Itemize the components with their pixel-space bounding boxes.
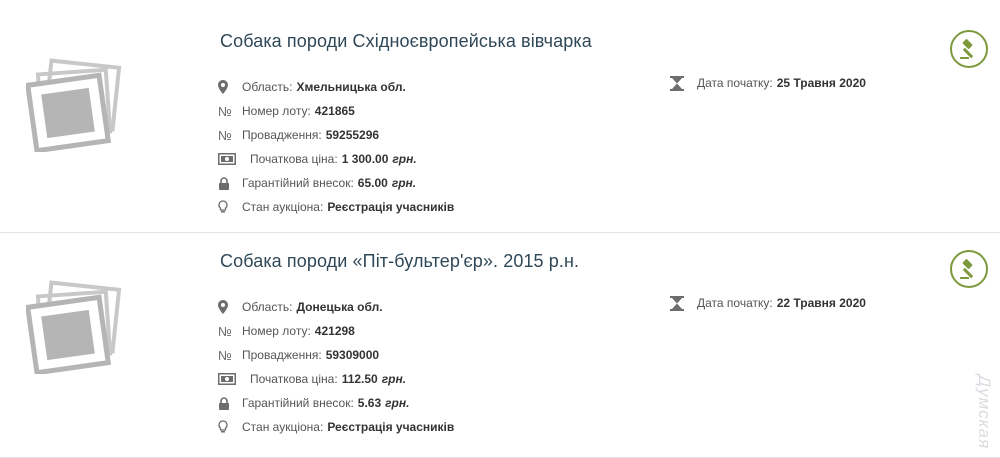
currency-label: грн. (381, 372, 407, 386)
lock-icon (218, 396, 242, 410)
start-price-value: 1 300.00 (341, 152, 389, 166)
currency-label: грн. (391, 176, 417, 190)
photo-placeholder-icon[interactable] (26, 280, 122, 374)
gavel-icon (960, 259, 973, 279)
deposit-row: Гарантійний внесок: 5.63 грн. (218, 391, 454, 415)
bid-gavel-button[interactable] (950, 30, 988, 68)
number-sign-icon: № (218, 323, 232, 339)
number-sign-icon: № (218, 347, 232, 363)
proceeding-value: 59255296 (325, 128, 380, 142)
lightbulb-icon (218, 420, 242, 434)
map-pin-icon (218, 300, 242, 314)
lot-number-value: 421298 (314, 324, 355, 338)
status-row: Стан аукціона: Реєстрація учасників (218, 195, 454, 219)
region-label: Область: (242, 300, 293, 314)
start-date: Дата початку: 22 Травня 2020 (670, 295, 866, 311)
lot-title-link[interactable]: Собака породи «Піт-бультер'єр». 2015 р.н… (220, 251, 579, 272)
gavel-icon (960, 39, 973, 59)
bid-gavel-button[interactable] (950, 250, 988, 288)
currency-label: грн. (392, 152, 417, 166)
lot-number-value: 421865 (314, 104, 355, 118)
region-label: Область: (242, 80, 293, 94)
region-value: Хмельницька обл. (296, 80, 406, 94)
start-date-value: 25 Травня 2020 (776, 76, 866, 90)
status-value: Реєстрація учасників (327, 420, 455, 434)
lot-details: Область: Хмельницька обл. № Номер лоту: … (218, 75, 454, 219)
lot-number-label: Номер лоту: (242, 104, 311, 118)
deposit-value: 5.63 (357, 396, 382, 410)
start-date: Дата початку: 25 Травня 2020 (670, 75, 866, 91)
banknote-icon (218, 153, 250, 165)
lock-icon (218, 176, 242, 190)
photo-placeholder-icon[interactable] (26, 58, 122, 152)
map-pin-icon (218, 80, 242, 94)
lightbulb-icon (218, 200, 242, 214)
lot-card: Собака породи «Піт-бультер'єр». 2015 р.н… (0, 220, 1000, 458)
start-date-label: Дата початку: (697, 76, 773, 90)
status-label: Стан аукціона: (242, 420, 324, 434)
banknote-icon (218, 373, 250, 385)
number-sign-icon: № (218, 127, 232, 143)
deposit-row: Гарантійний внесок: 65.00 грн. (218, 171, 454, 195)
region-row: Область: Донецька обл. (218, 295, 454, 319)
hourglass-icon (670, 75, 697, 91)
hourglass-icon (670, 295, 697, 311)
start-price-label: Початкова ціна: (250, 372, 338, 386)
lot-details: Область: Донецька обл. № Номер лоту: 421… (218, 295, 454, 439)
lot-title-link[interactable]: Собака породи Східноєвропейська вівчарка (220, 31, 592, 52)
proceeding-value: 59309000 (325, 348, 380, 362)
lot-number-row: № Номер лоту: 421865 (218, 99, 454, 123)
region-value: Донецька обл. (296, 300, 383, 314)
proceeding-label: Провадження: (242, 128, 322, 142)
region-row: Область: Хмельницька обл. (218, 75, 454, 99)
start-price-row: Початкова ціна: 1 300.00 грн. (218, 147, 454, 171)
deposit-label: Гарантійний внесок: (242, 176, 354, 190)
lot-number-row: № Номер лоту: 421298 (218, 319, 454, 343)
proceeding-row: № Провадження: 59255296 (218, 123, 454, 147)
deposit-value: 65.00 (357, 176, 388, 190)
watermark: Думская (975, 375, 994, 450)
proceeding-label: Провадження: (242, 348, 322, 362)
start-price-label: Початкова ціна: (250, 152, 338, 166)
proceeding-row: № Провадження: 59309000 (218, 343, 454, 367)
start-price-row: Початкова ціна: 112.50 грн. (218, 367, 454, 391)
status-row: Стан аукціона: Реєстрація учасників (218, 415, 454, 439)
currency-label: грн. (385, 396, 410, 410)
number-sign-icon: № (218, 103, 232, 119)
start-date-value: 22 Травня 2020 (776, 296, 866, 310)
status-label: Стан аукціона: (242, 200, 324, 214)
lot-card: Собака породи Східноєвропейська вівчарка… (0, 0, 1000, 233)
lot-number-label: Номер лоту: (242, 324, 311, 338)
start-date-label: Дата початку: (697, 296, 773, 310)
start-price-value: 112.50 (341, 372, 378, 386)
deposit-label: Гарантійний внесок: (242, 396, 354, 410)
status-value: Реєстрація учасників (327, 200, 455, 214)
